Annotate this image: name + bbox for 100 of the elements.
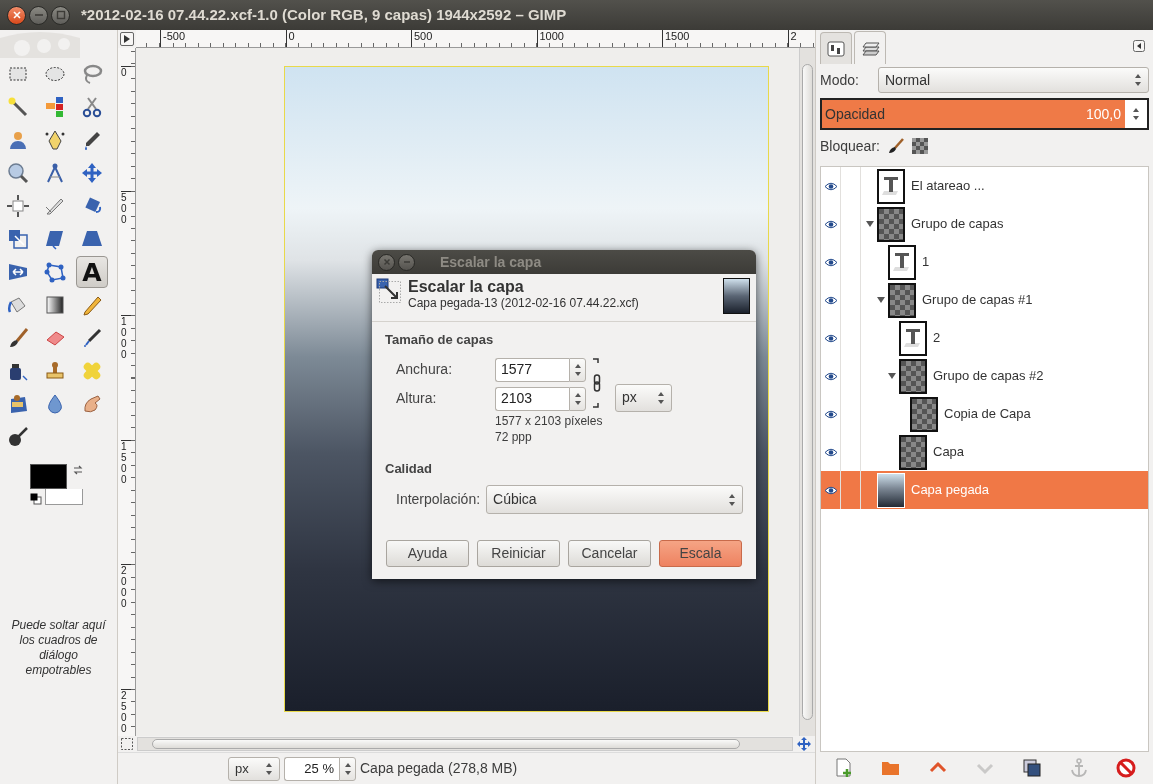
ruler-label: 1000	[536, 30, 662, 47]
layer-row[interactable]: Grupo de capas	[821, 205, 1148, 243]
tool-button[interactable]: A	[76, 256, 108, 288]
canvas-menu-button[interactable]	[120, 32, 134, 46]
paintbrush-icon	[7, 327, 29, 349]
layer-row[interactable]: El atareao ...	[821, 167, 1148, 205]
four-arrows-icon[interactable]	[797, 737, 811, 751]
interpolation-label: Interpolación:	[396, 490, 481, 509]
mode-dropdown[interactable]: Normal	[878, 67, 1149, 93]
flip-arrows-icon	[7, 261, 29, 283]
x-icon	[10, 9, 23, 21]
transparent-layer-thumbnail	[899, 358, 927, 394]
zoom-field[interactable]: 25 %	[284, 756, 339, 781]
window-title: *2012-02-16 07.44.22.xcf-1.0 (Color RGB, 9 capas) 1944x2592 – GIMP	[81, 4, 567, 25]
ruler-label: 1500	[662, 30, 788, 47]
foreground-color-swatch[interactable]	[30, 464, 67, 489]
pen-nib-icon	[44, 129, 66, 151]
layer-row[interactable]: Copia de Capa	[821, 395, 1148, 433]
paintbrush-icon[interactable]	[887, 138, 904, 154]
dialog-button[interactable]: Reiniciar	[477, 540, 560, 567]
dock-hint-text: Puede soltar aquí los cuadros de diálogo empotrables	[10, 618, 108, 679]
square-arrows-icon	[7, 195, 29, 217]
transparent-layer-thumbnail	[910, 396, 938, 432]
scissors-icon	[81, 96, 103, 118]
mode-label: Modo:	[820, 70, 860, 90]
square-icon	[54, 9, 67, 21]
eye-icon[interactable]	[823, 485, 838, 495]
size-info-text: 1577 x 2103 píxeles	[495, 412, 604, 429]
layer-action-button[interactable]	[1114, 757, 1137, 779]
unit-dropdown[interactable]: px	[615, 383, 672, 412]
spinner-arrows-icon	[1134, 73, 1142, 87]
background-color-swatch[interactable]	[45, 489, 83, 505]
dialog-button[interactable]: Cancelar	[568, 540, 651, 567]
width-field[interactable]: 1577	[495, 357, 569, 382]
maximize-button[interactable]	[51, 5, 70, 25]
ruler-label: 1000	[121, 315, 131, 440]
opacity-value: 100,0	[1085, 104, 1121, 124]
opacity-slider[interactable]: Opacidad 100,0	[822, 100, 1125, 128]
layer-row[interactable]: 1	[821, 243, 1148, 281]
dock-tab[interactable]	[820, 32, 852, 64]
eye-icon[interactable]	[823, 409, 838, 419]
four-arrows-icon	[81, 162, 103, 184]
stamp-icon	[44, 360, 66, 382]
eye-icon[interactable]	[823, 219, 838, 229]
dashed-square-icon[interactable]	[120, 737, 134, 751]
eye-icon[interactable]	[823, 371, 838, 381]
layer-row[interactable]: Grupo de capas #2	[821, 357, 1148, 395]
gradient-square-icon	[44, 294, 66, 316]
spinner-arrows-icon	[573, 391, 582, 406]
eye-icon[interactable]	[823, 295, 838, 305]
ruler-label: 2500	[121, 688, 131, 736]
chain-icon[interactable]	[592, 357, 602, 408]
transparent-layer-thumbnail	[888, 282, 916, 318]
layer-name: Grupo de capas	[911, 215, 1004, 234]
dialog-heading: Escalar la capa	[408, 278, 525, 296]
down-triangle-icon[interactable]	[888, 372, 896, 380]
spinner-arrows-icon	[265, 761, 273, 776]
lasso-icon	[81, 63, 103, 85]
photo-thumbnail	[877, 472, 905, 508]
layer-row[interactable]: Grupo de capas #1	[821, 281, 1148, 319]
spinner-arrows-icon	[657, 390, 665, 405]
height-field[interactable]: 2103	[495, 386, 569, 411]
eye-icon[interactable]	[823, 181, 838, 191]
layer-action-button[interactable]	[1020, 757, 1043, 779]
dialog-button[interactable]: Escala	[659, 540, 742, 567]
layer-row[interactable]: Capa	[821, 433, 1148, 471]
swap-arrows-icon[interactable]	[72, 464, 84, 476]
layer-name: Grupo de capas #1	[922, 291, 1033, 310]
layer-name: El atareao ...	[911, 177, 985, 196]
dialog-title: Escalar la capa	[440, 252, 542, 272]
dialog-button[interactable]: Ayuda	[386, 540, 469, 567]
dialog-subtitle: Capa pegada-13 (2012-02-16 07.44.22.xcf)	[408, 296, 639, 310]
spin-button[interactable]	[569, 386, 586, 411]
horizontal-scrollbar[interactable]	[137, 737, 793, 751]
eye-icon[interactable]	[823, 333, 838, 343]
t-shape-icon	[882, 176, 900, 196]
minimize-button[interactable]	[398, 253, 415, 271]
layer-row[interactable]: 2	[821, 319, 1148, 357]
vertical-scrollbar[interactable]	[799, 48, 815, 736]
unit-dropdown[interactable]: px	[228, 756, 280, 781]
spin-button[interactable]	[569, 357, 586, 382]
spin-button[interactable]	[1125, 100, 1147, 128]
finger-icon	[81, 393, 103, 415]
spinner-arrows-icon	[728, 492, 736, 507]
default-colors-icon[interactable]	[30, 493, 42, 505]
eye-icon[interactable]	[823, 257, 838, 267]
eye-icon[interactable]	[823, 447, 838, 457]
cage-icon	[44, 261, 66, 283]
interpolation-dropdown[interactable]: Cúbica	[486, 485, 743, 514]
play-arrow-icon	[124, 35, 130, 43]
spin-button[interactable]	[339, 756, 356, 781]
t-shape-icon	[904, 328, 922, 348]
down-triangle-icon[interactable]	[877, 296, 885, 304]
ruler-label: 500	[121, 190, 131, 316]
down-triangle-icon[interactable]	[866, 220, 874, 228]
checkerboard-icon[interactable]	[911, 138, 928, 154]
close-button[interactable]	[7, 5, 26, 25]
minimize-button[interactable]	[29, 5, 48, 25]
transparent-layer-thumbnail	[877, 206, 905, 242]
color-squares-icon	[44, 96, 66, 118]
